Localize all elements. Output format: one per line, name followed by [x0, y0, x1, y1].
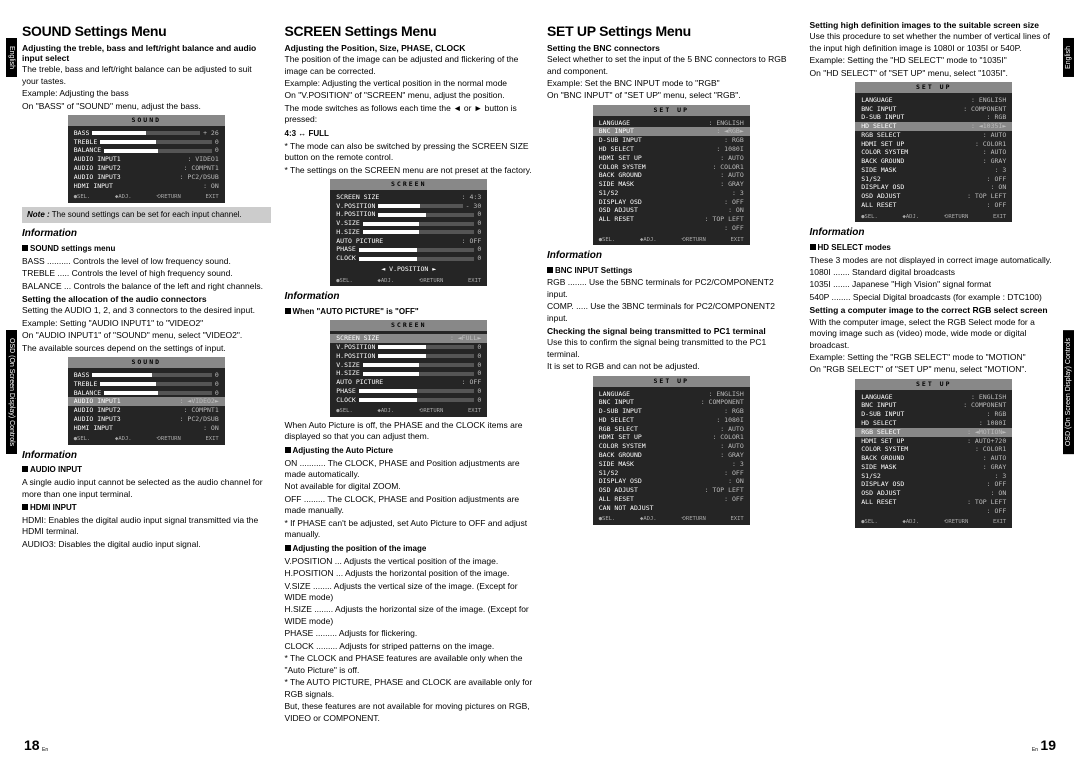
def: AUDIO3: Disables the digital audio input…: [22, 539, 271, 550]
def: TREBLE ..... Controls the level of high …: [22, 268, 271, 279]
h3: Setting a computer image to the correct …: [810, 305, 1059, 315]
p: On "V.POSITION" of "SCREEN" menu, adjust…: [285, 90, 534, 101]
h3: Setting the allocation of the audio conn…: [22, 294, 271, 304]
p: On "RGB SELECT" of "SET UP" menu, select…: [810, 364, 1059, 375]
osd-setup-4: SET UPLANGUAGE: ENGLISHBNC INPUT: COMPON…: [855, 379, 1012, 528]
def: CLOCK ......... Adjusts for striped patt…: [285, 641, 534, 652]
mode-switch: 4:3 ↔ FULL: [285, 129, 534, 140]
p: Select whether to set the input of the 5…: [547, 54, 796, 77]
h4: HDMI INPUT: [22, 503, 271, 514]
p: With the computer image, select the RGB …: [810, 317, 1059, 351]
setup-heading: SET UP Settings Menu: [547, 22, 796, 41]
tab-english-left: English: [6, 38, 17, 77]
bullet: * The CLOCK and PHASE features are avail…: [285, 653, 534, 676]
osd-sound-1: SOUNDBASS+ 26TREBLE0BALANCE0AUDIO INPUT1…: [68, 115, 225, 203]
p: On "BASS" of "SOUND" menu, adjust the ba…: [22, 101, 271, 112]
h4: When "AUTO PICTURE" is "OFF": [285, 307, 534, 318]
osd-setup-1: SET UPLANGUAGE: ENGLISHBNC INPUT: ◄RGB►D…: [593, 105, 750, 245]
info-hdr: Information: [22, 227, 271, 241]
bullet: * The mode can also be switched by press…: [285, 141, 534, 164]
bullet: * The settings on the SCREEN menu are no…: [285, 165, 534, 176]
p: On "BNC INPUT" of "SET UP" menu, select …: [547, 90, 796, 101]
h3: Setting high definition images to the su…: [810, 20, 1059, 30]
def: 540P ........ Special Digital broadcasts…: [810, 292, 1059, 303]
column-2: SCREEN Settings Menu Adjusting the Posit…: [285, 18, 534, 736]
p: On "AUDIO INPUT1" of "SOUND" menu, selec…: [22, 330, 271, 341]
p: A single audio input cannot be selected …: [22, 477, 271, 500]
def: 1080I ....... Standard digital broadcast…: [810, 267, 1059, 278]
p: Use this to confirm the signal being tra…: [547, 337, 796, 360]
h3: Checking the signal being transmitted to…: [547, 326, 796, 336]
def: PHASE ......... Adjusts for flickering.: [285, 628, 534, 639]
def: COMP. ..... Use the 3BNC terminals for P…: [547, 301, 796, 324]
bullet: * The AUTO PICTURE, PHASE and CLOCK are …: [285, 677, 534, 700]
sound-heading: SOUND Settings Menu: [22, 22, 271, 41]
p: These 3 modes are not displayed in corre…: [810, 255, 1059, 266]
def: BALANCE ... Controls the balance of the …: [22, 281, 271, 292]
def: OFF ......... The CLOCK, PHASE and Posit…: [285, 494, 534, 517]
lang-mark-left: En: [42, 747, 48, 753]
example: Example: Set the BNC INPUT mode to "RGB": [547, 78, 796, 89]
tab-osd-right: OSD (On Screen Display) Controls: [1063, 330, 1074, 454]
p: The available sources depend on the sett…: [22, 343, 271, 354]
column-3: SET UP Settings Menu Setting the BNC con…: [547, 18, 796, 736]
p: When Auto Picture is off, the PHASE and …: [285, 420, 534, 443]
def: H.SIZE ........ Adjusts the horizontal s…: [285, 604, 534, 627]
p: Not available for digital ZOOM.: [285, 481, 534, 492]
h4: Adjusting the Auto Picture: [285, 446, 534, 457]
example: Example: Adjusting the vertical position…: [285, 78, 534, 89]
def: RGB ........ Use the 5BNC terminals for …: [547, 277, 796, 300]
def: H.POSITION ... Adjusts the horizontal po…: [285, 568, 534, 579]
example: Example: Setting the "RGB SELECT" mode t…: [810, 352, 1059, 363]
h4: HD SELECT modes: [810, 243, 1059, 254]
column-1: SOUND Settings Menu Adjusting the treble…: [22, 18, 271, 736]
bullet: * If PHASE can't be adjusted, set Auto P…: [285, 518, 534, 541]
tab-english-right: English: [1063, 38, 1074, 77]
h4: AUDIO INPUT: [22, 465, 271, 476]
osd-setup-2: SET UPLANGUAGE: ENGLISHBNC INPUT: COMPON…: [593, 376, 750, 525]
tab-osd-left: OSD (On Screen Display) Controls: [6, 330, 17, 454]
p: The position of the image can be adjuste…: [285, 54, 534, 77]
h4: SOUND settings menu: [22, 244, 271, 255]
info-hdr: Information: [22, 449, 271, 463]
sound-sub1: Adjusting the treble, bass and left/righ…: [22, 43, 271, 63]
osd-screen-2: SCREENSCREEN SIZE: ◄FULL►V.POSITION0H.PO…: [330, 320, 487, 416]
p: On "HD SELECT" of "SET UP" menu, select …: [810, 68, 1059, 79]
note-box: Note : The sound settings can be set for…: [22, 207, 271, 224]
h4: BNC INPUT Settings: [547, 266, 796, 277]
p: The mode switches as follows each time t…: [285, 103, 534, 126]
info-hdr: Information: [547, 249, 796, 263]
p: Use this procedure to set whether the nu…: [810, 31, 1059, 54]
page-number-right: 19: [1040, 737, 1056, 753]
info-hdr: Information: [810, 226, 1059, 240]
def: V.SIZE ........ Adjusts the vertical siz…: [285, 581, 534, 604]
p: But, these features are not available fo…: [285, 701, 534, 724]
p: The treble, bass and left/right balance …: [22, 64, 271, 87]
example: Example: Setting "AUDIO INPUT1" to "VIDE…: [22, 318, 271, 329]
h3: Adjusting the Position, Size, PHASE, CLO…: [285, 43, 534, 53]
lang-mark-right: En: [1032, 747, 1038, 753]
def: HDMI: Enables the digital audio input si…: [22, 515, 271, 538]
example: Example: Adjusting the bass: [22, 88, 271, 99]
h3: Setting the BNC connectors: [547, 43, 796, 53]
info-hdr: Information: [285, 290, 534, 304]
p: It is set to RGB and can not be adjusted…: [547, 361, 796, 372]
page-spread: SOUND Settings Menu Adjusting the treble…: [0, 0, 1080, 744]
def: V.POSITION ... Adjusts the vertical posi…: [285, 556, 534, 567]
osd-sound-2: SOUNDBASS0TREBLE0BALANCE0AUDIO INPUT1: ◄…: [68, 357, 225, 445]
osd-screen-1: SCREENSCREEN SIZE: 4:3V.POSITION- 30H.PO…: [330, 179, 487, 286]
screen-heading: SCREEN Settings Menu: [285, 22, 534, 41]
p: Setting the AUDIO 1, 2, and 3 connectors…: [22, 305, 271, 316]
example: Example: Setting the "HD SELECT" mode to…: [810, 55, 1059, 66]
def: 1035I ....... Japanese "High Vision" sig…: [810, 279, 1059, 290]
column-4: Setting high definition images to the su…: [810, 18, 1059, 736]
def: BASS .......... Controls the level of lo…: [22, 256, 271, 267]
def: ON ........... The CLOCK, PHASE and Posi…: [285, 458, 534, 481]
page-number-left: 18: [24, 737, 40, 753]
h4: Adjusting the position of the image: [285, 544, 534, 555]
osd-setup-3: SET UPLANGUAGE: ENGLISHBNC INPUT: COMPON…: [855, 82, 1012, 222]
